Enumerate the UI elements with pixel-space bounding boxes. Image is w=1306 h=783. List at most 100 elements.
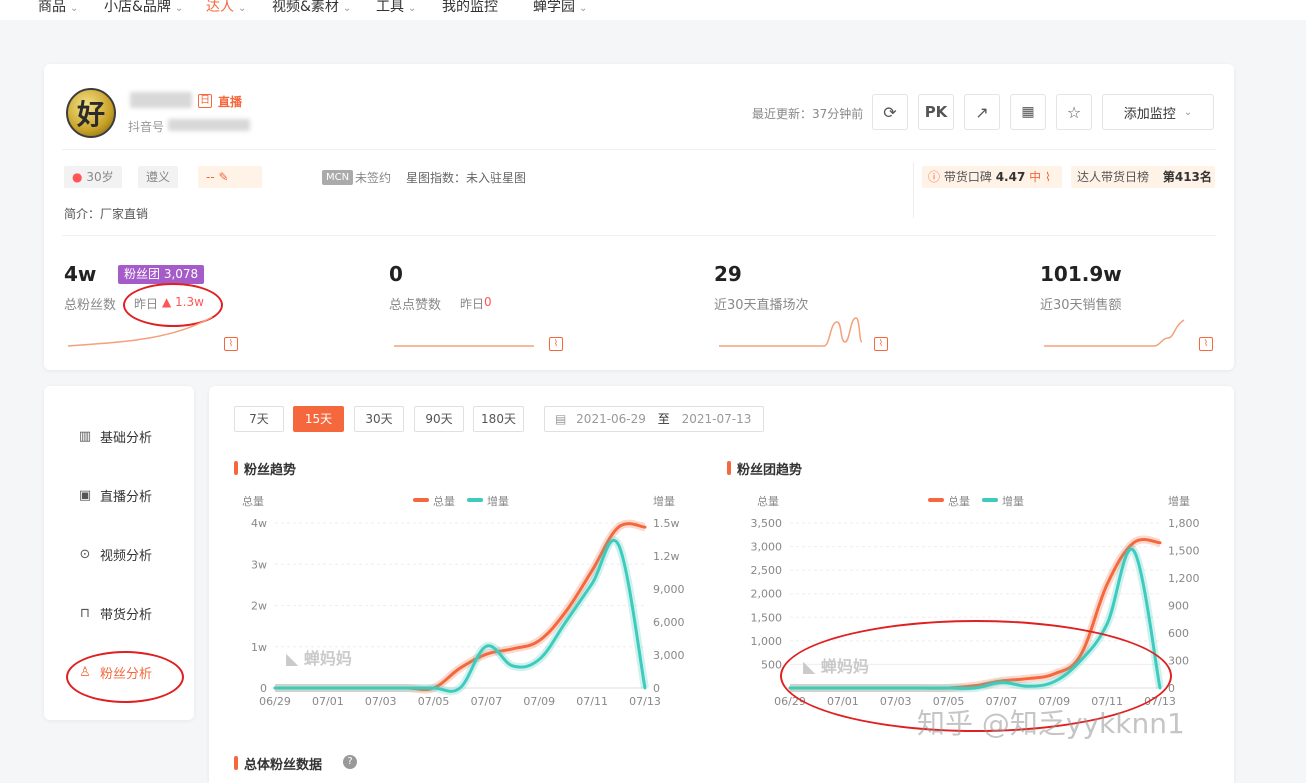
chart-watermark-logo: ◣ 蝉妈妈 [286, 649, 352, 668]
x-tick-label: 07/13 [629, 695, 661, 708]
stat-sales-label: 近30天销售额 [1040, 298, 1122, 313]
y2-axis-title: 增量 [1168, 494, 1190, 508]
chevron-down-icon: ⌄ [70, 3, 79, 14]
mcn-status: 未签约 [355, 171, 392, 185]
blurred-account-id [168, 119, 250, 131]
legend-label-increase: 增量 [487, 494, 509, 508]
fans-trend-chart: 总量 增量 总量 增量 0 1w 2w 3w 4w 0 3,000 6,000 9,000 1.2w 1.5… [242, 494, 685, 708]
y2-tick-label: 9,000 [653, 583, 685, 596]
x-tick-label: 07/09 [523, 695, 555, 708]
qr-code-button[interactable]: ▦ [1010, 94, 1046, 130]
y2-tick-label: 6,000 [653, 616, 685, 629]
watermark-text: 知乎 @知乏yykknn1 [917, 707, 1185, 740]
refresh-icon: ⟳ [883, 102, 897, 122]
share-icon: ↗ [975, 102, 989, 122]
x-tick-label: 07/07 [471, 695, 503, 708]
refresh-button[interactable]: ⟳ [872, 94, 908, 130]
trend-chart-icon[interactable]: ⌇ [224, 337, 238, 351]
legend-swatch-increase [467, 498, 483, 502]
legend-swatch-total [413, 498, 429, 502]
person-icon: ● [72, 170, 83, 184]
nav-item-products[interactable]: 商品 ⌄ [38, 0, 78, 16]
stat-total-likes-value: 0 [389, 262, 403, 286]
x-tick-label: 07/03 [365, 695, 397, 708]
y-tick-label: 2,500 [751, 564, 783, 577]
y-tick-label: 1,500 [751, 611, 783, 624]
stat-live-count-value: 29 [714, 262, 742, 286]
age-tag: ● 30岁 [64, 166, 122, 188]
chevron-down-icon: ⌄ [174, 3, 184, 14]
nav-item-tools[interactable]: 工具 ⌄ [376, 0, 416, 16]
nav-item-influencers[interactable]: 达人 ⌄ [206, 0, 246, 16]
sparkline-live-count [719, 317, 863, 347]
avatar[interactable]: 好 [66, 88, 116, 138]
x-tick-label: 07/05 [418, 695, 450, 708]
logo-icon: ◣ [286, 649, 299, 668]
sidebar-item-basic[interactable]: ▥ 基础分析 [78, 427, 152, 446]
nav-item-academy[interactable]: 蝉学园 ⌄ [533, 0, 587, 16]
city-tag: 遵义 [138, 166, 179, 188]
stat-total-fans-value: 4w [64, 262, 97, 286]
shop-badge-icon: 日 [198, 94, 212, 108]
y-tick-label: 500 [761, 658, 782, 671]
divider [62, 235, 1216, 236]
chevron-down-icon: ⌄ [579, 3, 588, 14]
y2-tick-label: 1,200 [1168, 572, 1200, 585]
annotation-circle [66, 651, 184, 703]
favorite-button[interactable]: ☆ [1056, 94, 1092, 130]
range-15d-button[interactable]: 15天 [293, 406, 344, 432]
sidebar-item-live[interactable]: ▣ 直播分析 [78, 486, 152, 505]
nav-item-my-monitor[interactable]: 我的监控 [442, 0, 498, 16]
stat-total-likes-delta: 0 [484, 295, 492, 309]
section-fan-group-trend-title: 粉丝团趋势 [727, 459, 802, 478]
range-180d-button[interactable]: 180天 [473, 406, 524, 432]
bag-icon: ⊓ [79, 606, 91, 621]
y2-tick-label: 0 [653, 682, 660, 695]
trend-chart-icon[interactable]: ⌇ [1199, 337, 1213, 351]
legend-label-total: 总量 [433, 494, 455, 508]
y-axis-title: 总量 [242, 494, 264, 508]
y2-tick-label: 300 [1168, 655, 1189, 668]
share-button[interactable]: ↗ [964, 94, 1000, 130]
sidebar-item-video[interactable]: ⊙ 视频分析 [78, 545, 152, 564]
edit-icon: ✎ [218, 170, 229, 184]
y2-tick-label: 3,000 [653, 649, 685, 662]
y2-tick-label: 1,800 [1168, 517, 1200, 530]
trend-chart-icon[interactable]: ⌇ [874, 337, 888, 351]
category-edit-tag[interactable]: -- ✎ [198, 166, 262, 188]
fan-group-badge[interactable]: 粉丝团 3,078 [118, 265, 205, 284]
mcn-tag: MCN [322, 170, 354, 185]
y-tick-label: 3,000 [751, 541, 783, 554]
legend-label-increase: 增量 [1002, 494, 1024, 508]
add-monitor-button[interactable]: 添加监控 ⌄ [1102, 94, 1214, 130]
stat-total-likes-label: 总点赞数 [389, 298, 442, 313]
y-tick-label: 1w [251, 641, 267, 654]
nav-item-videos[interactable]: 视频&素材 ⌄ [272, 0, 351, 16]
nav-item-shops-brands[interactable]: 小店&品牌 ⌄ [104, 0, 183, 16]
trend-chart-icon[interactable]: ⌇ [549, 337, 563, 351]
legend-swatch-total [928, 498, 944, 502]
x-tick-label: 07/11 [576, 695, 608, 708]
date-range-picker[interactable]: ▤ 2021-06-29 至 2021-07-13 [544, 406, 764, 432]
chevron-down-icon: ⌄ [1183, 106, 1193, 118]
question-icon: ⓘ [928, 170, 941, 184]
y2-tick-label: 600 [1168, 627, 1189, 640]
last-update-text: 最近更新：37分钟前 [752, 107, 864, 121]
chevron-down-icon: ⌄ [238, 3, 247, 14]
help-icon[interactable]: ? [343, 755, 357, 769]
range-30d-button[interactable]: 30天 [354, 406, 404, 432]
pk-button[interactable]: PK [918, 94, 954, 130]
y-tick-label: 2,000 [751, 588, 783, 601]
reputation-badge[interactable]: ⓘ 带货口碑 4.47 中 ⌇ [922, 166, 1062, 188]
legend-swatch-increase [982, 498, 998, 502]
account-id-label: 抖音号 [128, 120, 165, 134]
range-90d-button[interactable]: 90天 [414, 406, 464, 432]
intro-text: 简介：厂家直销 [64, 207, 149, 221]
y2-axis-title: 增量 [653, 494, 675, 508]
range-7d-button[interactable]: 7天 [234, 406, 284, 432]
xingtu-index: 星图指数：未入驻星图 [406, 171, 527, 185]
sidebar-item-sales[interactable]: ⊓ 带货分析 [78, 604, 152, 623]
x-tick-label: 07/01 [312, 695, 344, 708]
qr-code-icon: ▦ [1021, 104, 1035, 120]
daily-rank-badge[interactable]: 达人带货日榜 第413名 [1071, 166, 1215, 188]
